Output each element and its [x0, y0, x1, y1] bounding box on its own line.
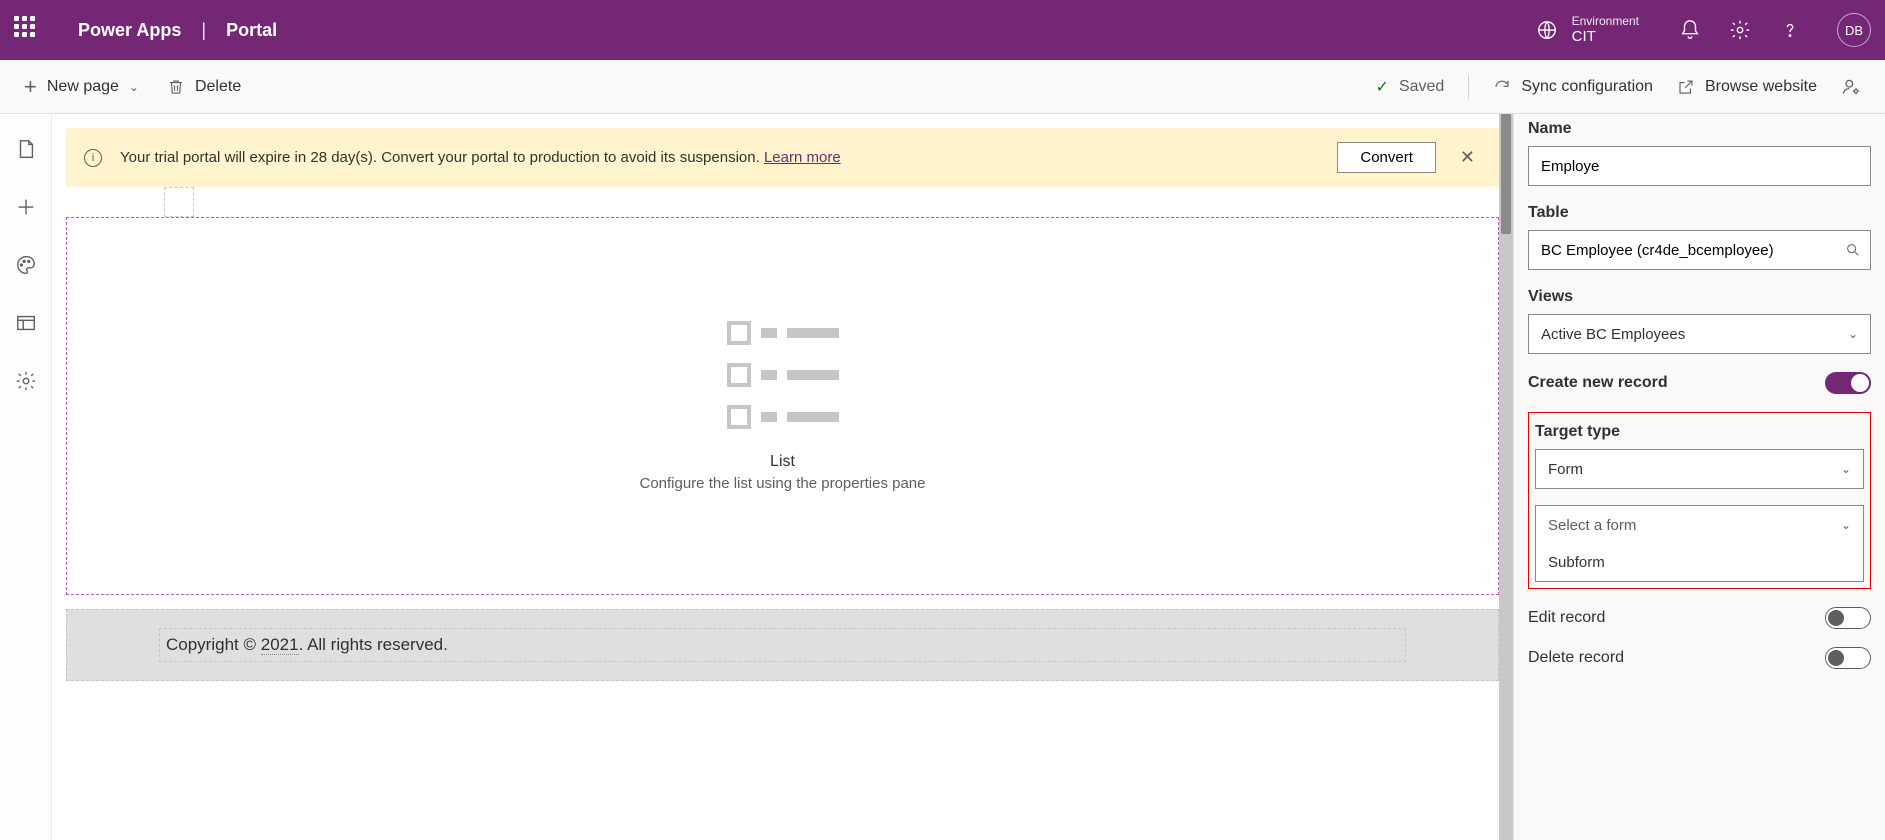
canvas[interactable]: i Your trial portal will expire in 28 da…: [52, 114, 1513, 840]
footer-section[interactable]: Copyright © 2021. All rights reserved.: [66, 609, 1499, 681]
app-launcher-icon[interactable]: [14, 16, 42, 44]
convert-button[interactable]: Convert: [1337, 142, 1436, 173]
bell-icon[interactable]: [1679, 19, 1701, 41]
check-icon: ✓: [1376, 77, 1389, 97]
user-settings-icon[interactable]: [1841, 77, 1861, 97]
name-input[interactable]: [1528, 146, 1871, 186]
brand-title: Power Apps | Portal: [78, 20, 277, 41]
templates-icon[interactable]: [15, 312, 37, 334]
properties-pane: Name Table Views Active BC Employees ⌄ C…: [1513, 114, 1885, 840]
create-record-toggle[interactable]: [1825, 372, 1871, 394]
list-placeholder-icon: [727, 321, 839, 429]
close-icon[interactable]: ✕: [1454, 147, 1481, 168]
list-title: List: [770, 453, 795, 471]
settings-icon[interactable]: [15, 370, 37, 392]
saved-status: ✓ Saved: [1376, 77, 1445, 97]
divider: [1468, 75, 1469, 99]
gear-icon[interactable]: [1729, 19, 1751, 41]
globe-icon: [1536, 19, 1558, 41]
name-label: Name: [1528, 120, 1871, 138]
delete-record-toggle[interactable]: [1825, 647, 1871, 669]
target-type-highlight: Target type Form ⌄ Select a form ⌄ Subfo…: [1528, 412, 1871, 589]
views-select[interactable]: Active BC Employees ⌄: [1528, 314, 1871, 354]
browse-button[interactable]: Browse website: [1677, 78, 1817, 96]
environment-label: Environment: [1572, 14, 1639, 28]
table-input[interactable]: [1528, 230, 1871, 270]
environment-name: CIT: [1572, 28, 1639, 46]
new-page-button[interactable]: + New page ⌄: [24, 74, 139, 100]
external-link-icon: [1677, 78, 1695, 96]
left-toolbar: [0, 114, 52, 840]
delete-button[interactable]: Delete: [167, 78, 241, 96]
chevron-down-icon: ⌄: [129, 80, 139, 94]
edit-record-label: Edit record: [1528, 609, 1605, 627]
plus-icon: +: [24, 74, 37, 100]
delete-record-label: Delete record: [1528, 649, 1624, 667]
views-label: Views: [1528, 288, 1871, 306]
help-icon[interactable]: [1779, 19, 1801, 41]
target-type-label: Target type: [1535, 423, 1864, 441]
list-component[interactable]: List Configure the list using the proper…: [66, 217, 1499, 595]
target-type-select[interactable]: Form ⌄: [1535, 449, 1864, 489]
sync-button[interactable]: Sync configuration: [1493, 78, 1653, 96]
add-icon[interactable]: [15, 196, 37, 218]
pages-icon[interactable]: [15, 138, 37, 160]
banner-message: Your trial portal will expire in 28 day(…: [120, 149, 1319, 166]
table-label: Table: [1528, 204, 1871, 222]
avatar[interactable]: DB: [1837, 13, 1871, 47]
empty-section[interactable]: [164, 187, 194, 217]
chevron-down-icon: ⌄: [1841, 518, 1851, 532]
edit-record-toggle[interactable]: [1825, 607, 1871, 629]
app-header: Power Apps | Portal Environment CIT DB: [0, 0, 1885, 60]
footer-text[interactable]: Copyright © 2021. All rights reserved.: [159, 628, 1406, 662]
theme-icon[interactable]: [15, 254, 37, 276]
form-option-subform[interactable]: Subform: [1535, 544, 1864, 582]
command-bar: + New page ⌄ Delete ✓ Saved Sync configu…: [0, 60, 1885, 114]
learn-more-link[interactable]: Learn more: [764, 149, 841, 166]
chevron-down-icon: ⌄: [1848, 327, 1858, 341]
form-select[interactable]: Select a form ⌄: [1535, 505, 1864, 545]
chevron-down-icon: ⌄: [1841, 462, 1851, 476]
list-subtitle: Configure the list using the properties …: [639, 475, 925, 492]
trial-banner: i Your trial portal will expire in 28 da…: [66, 128, 1499, 187]
info-icon: i: [84, 149, 102, 167]
scrollbar[interactable]: [1499, 114, 1513, 840]
refresh-icon: [1493, 78, 1511, 96]
search-icon: [1845, 242, 1861, 258]
environment-picker[interactable]: Environment CIT: [1536, 14, 1639, 46]
create-record-label: Create new record: [1528, 374, 1668, 392]
trash-icon: [167, 78, 185, 96]
